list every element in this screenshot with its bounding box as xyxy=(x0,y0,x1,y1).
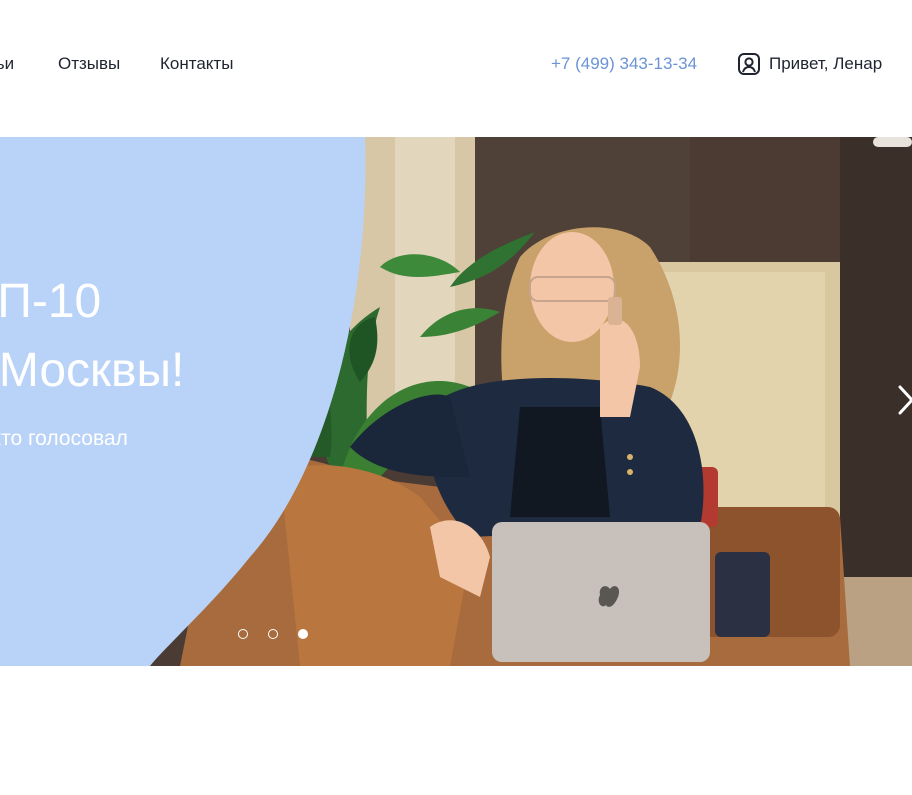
slider-dot-1[interactable] xyxy=(238,629,248,639)
slider-pagination xyxy=(238,629,328,643)
hero-title-line-1: ОП-10 xyxy=(0,275,102,328)
hero-subtitle: , кто голосовал xyxy=(0,427,128,450)
slider-next-button[interactable] xyxy=(896,383,912,417)
hero-title-line-2: в Москвы! xyxy=(0,344,185,397)
slider-dot-3[interactable] xyxy=(298,629,308,639)
user-greeting: Привет, Ленар xyxy=(769,54,883,73)
hero-photo xyxy=(0,137,912,666)
user-menu[interactable]: Привет, Ленар xyxy=(737,51,882,77)
site-header: тьи Отзывы Контакты +7 (499) 343-13-34 П… xyxy=(0,0,912,128)
phone-link[interactable]: +7 (499) 343-13-34 xyxy=(551,54,697,74)
hero-banner: ОП-10 в Москвы! , кто голосовал xyxy=(0,137,912,666)
nav-item-reviews[interactable]: Отзывы xyxy=(58,54,120,74)
chevron-right-icon xyxy=(898,385,912,415)
user-profile-icon xyxy=(737,52,761,76)
nav-item-articles[interactable]: тьи xyxy=(0,54,14,74)
nav-item-contacts[interactable]: Контакты xyxy=(160,54,233,74)
slider-dot-2[interactable] xyxy=(268,629,278,639)
